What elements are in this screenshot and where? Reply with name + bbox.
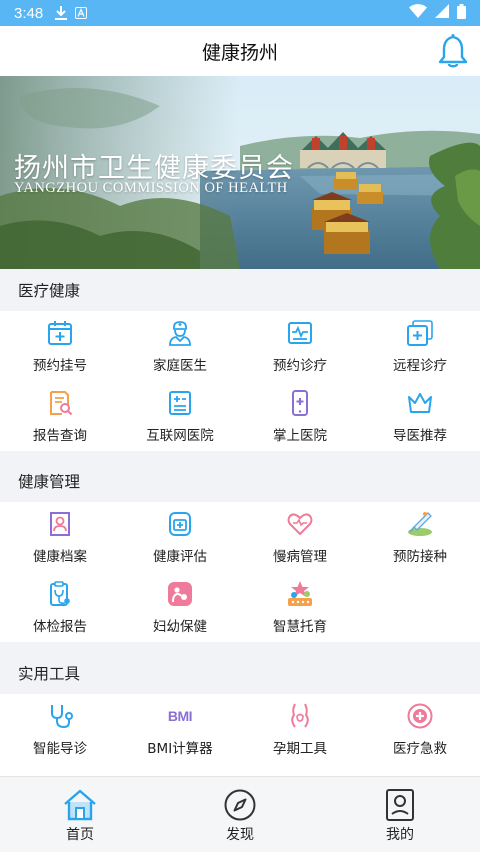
signal-icon [435,4,449,22]
first-aid-icon [405,701,435,731]
bmi-icon: BMI [165,701,195,731]
remote-card-icon [405,318,435,348]
menu-item-label: 体检报告 [33,619,87,635]
menu-item-appointment-registration[interactable]: 预约挂号 [0,311,120,381]
notification-a-icon [75,7,88,19]
health-assess-icon [165,509,195,539]
section-title-tools: 实用工具 [0,652,480,694]
menu-item-label: 预约诊疗 [273,358,327,374]
menu-item-label: 报告查询 [33,428,87,444]
maternal-child-icon [165,579,195,609]
tab-discover[interactable]: 发现 [160,777,320,852]
menu-item-label: 互联网医院 [146,428,214,444]
menu-item-checkup-report[interactable]: 体检报告 [0,572,120,642]
checkup-report-icon [45,579,75,609]
menu-item-report-query[interactable]: 报告查询 [0,381,120,451]
vitals-card-icon [285,318,315,348]
banner[interactable]: 扬州市卫生健康委员会 YANGZHOU COMMISSION OF HEALTH [0,76,480,269]
menu-item-smart-childcare[interactable]: 智慧托育 [240,572,360,642]
menu-item-remote-treatment[interactable]: 远程诊疗 [360,311,480,381]
home-icon [62,788,98,822]
compass-icon [222,788,258,822]
status-bar: 3:48 [0,0,480,26]
menu-item-appointment-treatment[interactable]: 预约诊疗 [240,311,360,381]
menu-item-label: 家庭医生 [153,358,207,374]
menu-item-internet-hospital[interactable]: 互联网医院 [120,381,240,451]
tools-grid: 智能导诊 BMI BMI计算器 孕期工具 医疗急救 [0,694,480,776]
menu-item-chronic-disease[interactable]: 慢病管理 [240,502,360,572]
pregnancy-icon [285,701,315,731]
menu-item-label: 健康档案 [33,549,87,565]
section-title-medical: 医疗健康 [0,269,480,311]
section-title-health-management: 健康管理 [0,460,480,502]
menu-item-health-assessment[interactable]: 健康评估 [120,502,240,572]
menu-item-bmi-calculator[interactable]: BMI BMI计算器 [120,694,240,764]
download-icon [55,6,68,20]
tab-label: 首页 [66,826,94,843]
vaccine-icon [405,509,435,539]
bell-icon[interactable] [436,31,470,71]
bottom-tab-bar: 首页 发现 我的 [0,776,480,852]
menu-item-pregnancy-tools[interactable]: 孕期工具 [240,694,360,764]
menu-item-label: 慢病管理 [273,549,327,565]
app-header: 健康扬州 [0,26,480,76]
tab-mine[interactable]: 我的 [320,777,480,852]
calendar-plus-icon [45,318,75,348]
mobile-hospital-icon [285,388,315,418]
doctor-icon [165,318,195,348]
menu-item-mobile-hospital[interactable]: 掌上医院 [240,381,360,451]
menu-item-maternal-child-care[interactable]: 妇幼保健 [120,572,240,642]
menu-item-family-doctor[interactable]: 家庭医生 [120,311,240,381]
report-search-icon [45,388,75,418]
menu-item-label: 智慧托育 [273,619,327,635]
menu-item-label: 导医推荐 [393,428,447,444]
menu-item-label: 孕期工具 [273,741,327,757]
heart-rate-icon [285,509,315,539]
menu-item-label: 预约挂号 [33,358,87,374]
battery-icon [457,3,466,23]
menu-item-label: BMI计算器 [147,741,213,757]
menu-item-smart-guide[interactable]: 智能导诊 [0,694,120,764]
internet-hospital-icon [165,388,195,418]
menu-item-label: 妇幼保健 [153,619,207,635]
status-time: 3:48 [14,4,44,22]
crown-icon [405,388,435,418]
menu-item-health-records[interactable]: 健康档案 [0,502,120,572]
menu-item-label: 智能导诊 [33,741,87,757]
health-management-grid: 健康档案 健康评估 慢病管理 预防接种 体检报告 妇幼保健 智慧托育 [0,502,480,642]
medical-grid: 预约挂号 家庭医生 预约诊疗 远程诊疗 报告查询 互联网医院 掌上医院 导医推荐 [0,311,480,451]
menu-item-label: 健康评估 [153,549,207,565]
menu-item-label: 掌上医院 [273,428,327,444]
childcare-icon [285,579,315,609]
banner-title-en: YANGZHOU COMMISSION OF HEALTH [14,180,288,196]
menu-item-vaccination[interactable]: 预防接种 [360,502,480,572]
stethoscope-icon [45,701,75,731]
wifi-icon [409,4,427,22]
menu-item-label: 医疗急救 [393,741,447,757]
profile-icon [382,788,418,822]
bmi-icon-text: BMI [167,708,193,724]
page-title: 健康扬州 [201,41,278,64]
tab-home[interactable]: 首页 [0,777,160,852]
menu-grid-empty [360,572,480,642]
tab-label: 我的 [386,826,414,843]
health-file-icon [45,509,75,539]
menu-item-guide-recommend[interactable]: 导医推荐 [360,381,480,451]
tab-label: 发现 [226,826,254,843]
menu-item-label: 预防接种 [393,549,447,565]
menu-item-emergency[interactable]: 医疗急救 [360,694,480,764]
menu-item-label: 远程诊疗 [393,358,447,374]
